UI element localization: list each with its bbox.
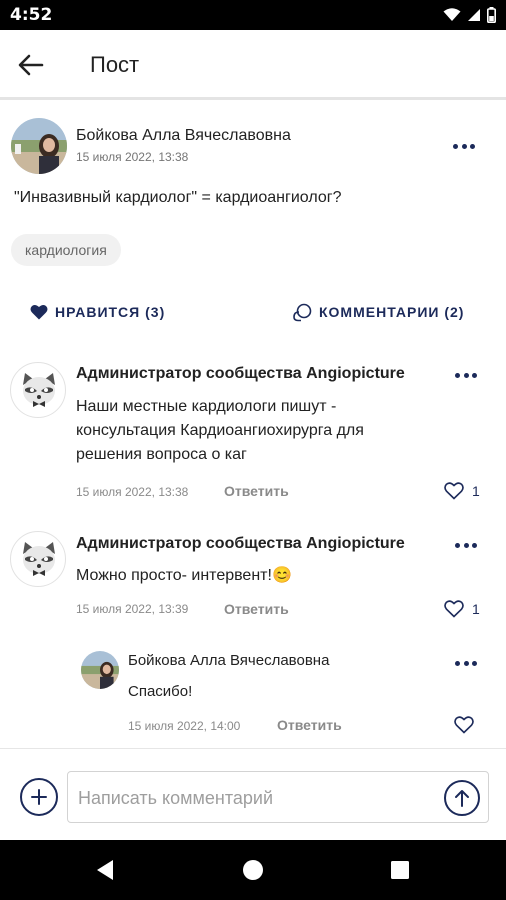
arrow-left-icon [18,54,44,76]
heart-outline-icon [444,482,464,500]
raccoon-icon [23,542,55,576]
tag-chip[interactable]: кардиология [11,234,121,266]
comment-date: 15 июля 2022, 13:38 [76,485,189,499]
reply-more-button[interactable] [452,655,480,671]
nav-back-button[interactable] [92,857,118,883]
more-dot [453,143,458,149]
nav-home-button[interactable] [240,857,266,883]
more-dot [472,660,477,666]
comment-text-line: решения вопроса о каг [76,446,247,463]
comment-bubble-icon [293,303,312,322]
more-dot [463,372,469,378]
more-dot [461,143,467,149]
more-dot [470,143,475,149]
more-dot [455,372,460,378]
avatar[interactable] [11,118,67,174]
more-dot [455,542,460,548]
more-dot [463,542,469,548]
reply-like-button[interactable] [454,716,474,734]
comment-input-box [67,771,489,823]
heart-filled-icon [30,304,48,320]
post-date: 15 июля 2022, 13:38 [76,150,189,164]
comment-text-line: консультация Кардиоангиохирурга для [76,422,364,439]
nav-recents-button[interactable] [387,857,413,883]
more-dot [472,542,477,548]
comment-like-count: 1 [472,483,480,499]
comment-avatar[interactable] [10,531,66,587]
more-dot [455,660,460,666]
comment-like-count: 1 [472,601,480,617]
comment-input[interactable] [78,784,438,812]
reply-avatar[interactable] [81,651,119,689]
comment-date: 15 июля 2022, 13:39 [76,602,189,616]
square-recents-icon [391,861,409,879]
plus-icon [31,789,47,805]
arrow-up-icon [455,790,469,807]
like-label: НРАВИТСЯ (3) [55,304,166,320]
comment-text: Наши местные кардиологи пишут - консульт… [76,395,364,467]
comment-more-button[interactable] [452,367,480,383]
reply-button[interactable]: Ответить [224,483,289,499]
reply-date: 15 июля 2022, 14:00 [128,719,241,733]
status-bar: 4:52 [0,0,506,30]
avatar-photo [11,118,67,174]
page-title: Пост [90,52,140,77]
post-author-name[interactable]: Бойкова Алла Вячеславовна [76,127,291,145]
app-bar: Пост [0,30,506,100]
circle-home-icon [243,860,263,880]
comment-like-button[interactable]: 1 [444,600,480,618]
add-attachment-button[interactable] [20,778,58,816]
status-time: 4:52 [10,5,53,25]
raccoon-icon [23,373,55,407]
status-icons [443,7,496,23]
comment-text-line: Наши местные кардиологи пишут - [76,398,337,415]
more-dot [472,372,477,378]
navigation-bar [0,840,506,900]
avatar-photo [81,651,119,689]
reply-text: Спасибо! [128,683,193,700]
reply-button[interactable]: Ответить [224,601,289,617]
comment-author-name[interactable]: Администратор сообщества Angiopicture [76,535,405,553]
post-text: "Инвазивный кардиолог" = кардиоангиолог? [14,189,342,206]
divider [0,748,506,749]
wifi-icon [443,8,461,21]
cellular-signal-icon [468,9,480,21]
heart-outline-icon [444,600,464,618]
comments-label: КОММЕНТАРИИ (2) [319,304,465,320]
battery-icon [487,7,496,23]
comment-more-button[interactable] [452,537,480,553]
comment-avatar[interactable] [10,362,66,418]
heart-outline-icon [454,716,474,734]
comment-text: Можно просто- интервент!😊 [76,567,292,584]
post-more-button[interactable] [450,138,478,154]
back-button[interactable] [16,52,46,78]
like-button[interactable]: НРАВИТСЯ (3) [30,300,165,324]
reply-author-name[interactable]: Бойкова Алла Вячеславовна [128,652,329,669]
reply-button[interactable]: Ответить [277,717,342,733]
more-dot [463,660,469,666]
comment-author-name[interactable]: Администратор сообщества Angiopicture [76,365,405,383]
triangle-back-icon [97,860,113,880]
send-button[interactable] [444,780,480,816]
comment-like-button[interactable]: 1 [444,482,480,500]
comments-button[interactable]: КОММЕНТАРИИ (2) [292,300,464,324]
